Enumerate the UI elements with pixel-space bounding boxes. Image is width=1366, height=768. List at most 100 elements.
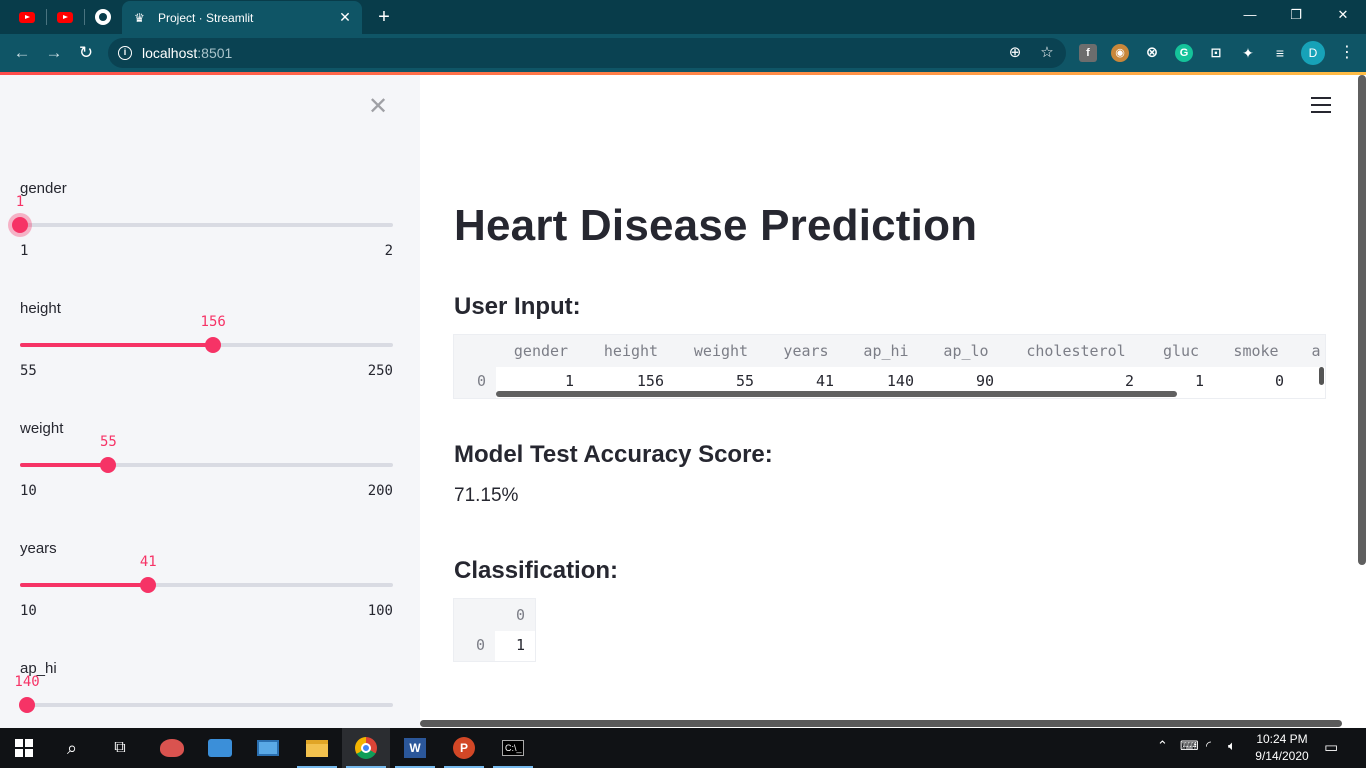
streamlit-crown-icon: ♛: [134, 10, 145, 25]
slider-fill: [20, 463, 109, 467]
pinned-tab-github[interactable]: [88, 6, 118, 28]
slider-thumb[interactable]: [19, 697, 36, 713]
dataframe-column-header[interactable]: height: [586, 335, 676, 367]
taskbar-app-chrome[interactable]: [342, 728, 390, 768]
slider-fill: [20, 343, 214, 347]
sidebar-close-icon[interactable]: ✕: [366, 95, 390, 119]
slider-min: 10: [20, 603, 37, 619]
taskbar-clock[interactable]: 10:24 PM 9/14/2020: [1250, 731, 1314, 765]
youtube-icon: [57, 11, 73, 23]
taskbar-app-word[interactable]: W: [391, 728, 439, 768]
page-horizontal-scrollbar[interactable]: [420, 720, 1342, 727]
taskbar-app-remote-desktop[interactable]: [244, 728, 292, 768]
tab-title: Project · Streamlit: [158, 10, 254, 25]
back-arrow-icon[interactable]: ←: [10, 41, 34, 65]
profile-avatar[interactable]: D: [1301, 41, 1325, 65]
tray-chevron-icon[interactable]: ⌃: [1157, 738, 1168, 754]
dataframe-column-header[interactable]: gluc: [1146, 335, 1216, 367]
search-icon[interactable]: ⌕: [48, 728, 96, 768]
site-info-icon[interactable]: i: [118, 46, 132, 60]
dataframe-horizontal-scrollbar[interactable]: [496, 391, 1177, 397]
tab-separator: [84, 9, 85, 25]
extensions-puzzle-icon[interactable]: ✦: [1239, 44, 1257, 62]
notifications-icon[interactable]: ▭: [1324, 738, 1338, 756]
slider-value: 140: [14, 674, 40, 690]
slider-fill: [20, 583, 149, 587]
dataframe-column-header[interactable]: ap_hi: [846, 335, 926, 367]
dataframe-column-header[interactable]: a: [1296, 335, 1325, 367]
sidebar: ✕ gender 1 1 2 height 156 55 250 weight …: [0, 75, 420, 728]
address-bar[interactable]: i localhost:8501 ⊕ ☆: [108, 38, 1066, 68]
extension-owl-icon[interactable]: ◉: [1111, 44, 1129, 62]
dataframe-column-header[interactable]: smoke: [1216, 335, 1296, 367]
zoom-icon[interactable]: ⊕: [1006, 44, 1024, 62]
slider-value: 156: [200, 314, 226, 330]
slider-max: 200: [367, 483, 393, 499]
extension-capture-icon[interactable]: ⊡: [1207, 44, 1225, 62]
dataframe-row-index: 0: [475, 636, 485, 654]
tab-streamlit-project[interactable]: ♛ Project · Streamlit ✕: [122, 1, 362, 34]
grammarly-icon[interactable]: G: [1175, 44, 1193, 62]
slider-years[interactable]: years 41 10 100: [20, 540, 393, 650]
slider-max: 250: [367, 363, 393, 379]
youtube-icon: [19, 11, 35, 23]
page-vertical-scrollbar[interactable]: [1358, 75, 1366, 565]
slider-ap-hi[interactable]: ap_hi 140: [14, 660, 393, 728]
slider-label: height: [20, 300, 61, 317]
slider-height[interactable]: height 156 55 250: [20, 300, 393, 410]
taskbar-app-terminal[interactable]: C:\_: [489, 728, 537, 768]
slider-thumb[interactable]: [100, 457, 117, 473]
taskbar-app-paint[interactable]: [148, 728, 196, 768]
dataframe-column-header[interactable]: cholesterol: [1006, 335, 1146, 367]
slider-label: years: [20, 540, 57, 557]
classification-dataframe[interactable]: 0 0 1: [453, 598, 536, 662]
dataframe-cell: 0: [1274, 372, 1284, 390]
tray-keyboard-icon[interactable]: ⌨: [1180, 738, 1199, 754]
slider-track[interactable]: [20, 703, 393, 707]
extension-f-icon[interactable]: f: [1079, 44, 1097, 62]
task-view-icon[interactable]: ⧉: [96, 728, 144, 768]
slider-value: 41: [139, 554, 157, 570]
tab-close-icon[interactable]: ✕: [334, 9, 356, 26]
slider-thumb[interactable]: [12, 217, 28, 233]
dataframe-column-header[interactable]: ap_lo: [926, 335, 1006, 367]
restore-button[interactable]: ❐: [1273, 4, 1319, 26]
taskbar-app-file-explorer[interactable]: [293, 728, 341, 768]
bookmark-star-icon[interactable]: ☆: [1038, 44, 1056, 62]
slider-gender[interactable]: gender 1 1 2: [12, 180, 393, 290]
slider-thumb[interactable]: [140, 577, 157, 593]
start-button[interactable]: [0, 728, 48, 768]
user-input-dataframe[interactable]: gender height weight years ap_hi ap_lo cholest…: [453, 334, 1326, 399]
tray-volume-icon[interactable]: 🔈︎: [1228, 738, 1236, 754]
slider-value: 1: [15, 194, 25, 210]
windows-logo-icon: [15, 739, 33, 757]
window-close-button[interactable]: ✕: [1320, 4, 1366, 26]
reload-icon[interactable]: ↻: [74, 41, 98, 65]
slider-max: 2: [384, 243, 393, 259]
slider-thumb[interactable]: [205, 337, 222, 353]
slider-track[interactable]: [20, 223, 393, 227]
url-text[interactable]: localhost:8501: [142, 45, 232, 61]
pinned-tab-youtube[interactable]: [12, 6, 42, 28]
dataframe-column-header[interactable]: weight: [676, 335, 766, 367]
dataframe-column-header[interactable]: years: [766, 335, 846, 367]
extension-globe-icon[interactable]: ⊗: [1143, 44, 1161, 62]
minimize-button[interactable]: —: [1227, 4, 1273, 26]
accuracy-heading: Model Test Accuracy Score:: [454, 441, 773, 468]
accuracy-value: 71.15%: [454, 485, 519, 506]
dataframe-vertical-scrollbar[interactable]: [1319, 367, 1324, 385]
user-input-heading: User Input:: [454, 293, 581, 320]
hamburger-menu-icon[interactable]: [1311, 97, 1331, 115]
tray-network-icon[interactable]: ◜: [1206, 738, 1211, 754]
media-control-icon[interactable]: ≡: [1271, 44, 1289, 62]
slider-min: 1: [20, 243, 29, 259]
dataframe-column-header: 0: [515, 606, 525, 624]
forward-arrow-icon[interactable]: →: [42, 41, 66, 65]
pinned-tab-youtube-2[interactable]: [50, 6, 80, 28]
slider-weight[interactable]: weight 55 10 200: [20, 420, 393, 530]
chrome-menu-icon[interactable]: ⋮: [1338, 42, 1356, 62]
taskbar-app-powerpoint[interactable]: P: [440, 728, 488, 768]
new-tab-button[interactable]: +: [372, 5, 396, 29]
dataframe-column-header[interactable]: gender: [496, 335, 586, 367]
taskbar-app-search-tool[interactable]: [196, 728, 244, 768]
